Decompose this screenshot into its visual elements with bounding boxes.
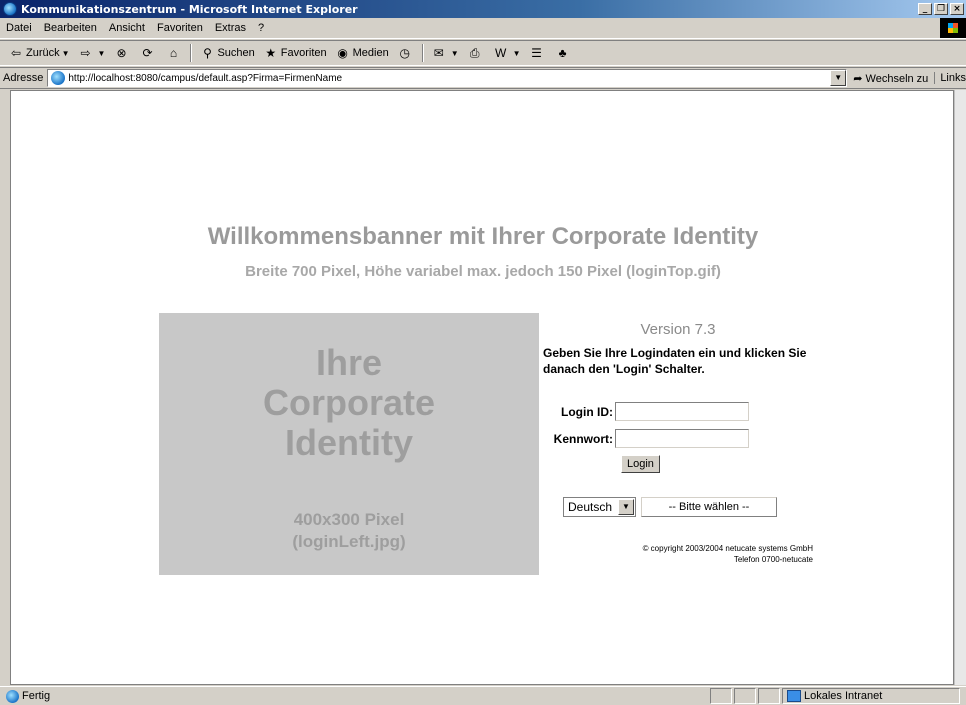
search-icon: ⚲: [203, 46, 212, 60]
maximize-button[interactable]: ❐: [934, 3, 948, 15]
status-text: Fertig: [22, 690, 51, 702]
address-bar: Adresse http://localhost:8080/campus/def…: [0, 67, 966, 89]
status-pane: [710, 688, 732, 704]
minimize-button[interactable]: _: [918, 3, 932, 15]
security-zone: Lokales Intranet: [782, 688, 960, 704]
chevron-down-icon[interactable]: ▼: [830, 70, 847, 86]
history-button[interactable]: ◷: [393, 42, 419, 64]
ie-logo-icon: [3, 2, 17, 16]
version-label: Version 7.3: [640, 321, 716, 338]
password-row: Kennwort:: [539, 429, 749, 448]
login-instructions: Geben Sie Ihre Logindaten ein und klicke…: [543, 346, 807, 376]
close-button[interactable]: ×: [950, 3, 964, 15]
print-button[interactable]: ⎙: [463, 42, 489, 64]
login-id-row: Login ID:: [539, 402, 749, 421]
corporate-identity-text: Ihre Corporate Identity: [262, 342, 436, 463]
home-button[interactable]: ⌂: [161, 42, 187, 64]
menu-ansicht[interactable]: Ansicht: [103, 22, 151, 34]
choose-button[interactable]: -- Bitte wählen --: [641, 497, 777, 517]
back-label: Zurück: [26, 47, 60, 59]
favorites-button[interactable]: ★ Favoriten: [259, 42, 331, 64]
windows-logo-icon: [940, 18, 966, 38]
search-button[interactable]: ⚲ Suchen: [195, 42, 258, 64]
messenger-icon: ♣: [558, 46, 567, 60]
home-icon: ⌂: [169, 46, 178, 60]
login-id-label: Login ID:: [561, 404, 613, 419]
print-icon: ⎙: [469, 46, 480, 60]
login-button[interactable]: Login: [621, 455, 660, 473]
corporate-identity-image: Ihre Corporate Identity 400x300 Pixel (l…: [159, 313, 539, 575]
forward-arrow-icon: ⇨: [80, 46, 91, 60]
vertical-scrollbar[interactable]: [954, 90, 966, 685]
history-icon: ◷: [399, 46, 410, 60]
go-arrow-icon: ➦: [853, 72, 863, 85]
status-pane: [758, 688, 780, 704]
media-label: Medien: [352, 47, 389, 59]
media-icon: ◉: [337, 46, 348, 60]
login-panel: Version 7.3 Geben Sie Ihre Logindaten ei…: [539, 313, 817, 575]
chevron-down-icon[interactable]: ▼: [618, 499, 634, 515]
search-label: Suchen: [217, 47, 255, 59]
mail-icon: ✉: [433, 46, 444, 60]
menu-favoriten[interactable]: Favoriten: [151, 22, 209, 34]
page-content: Willkommensbanner mit Ihrer Corporate Id…: [10, 90, 954, 685]
favorites-label: Favoriten: [280, 47, 327, 59]
media-button[interactable]: ◉ Medien: [331, 42, 393, 64]
zone-label: Lokales Intranet: [804, 690, 883, 702]
password-label: Kennwort:: [553, 431, 613, 446]
address-input[interactable]: http://localhost:8080/campus/default.asp…: [47, 69, 848, 87]
back-arrow-icon: ⇦: [10, 46, 22, 60]
chevron-down-icon: ▼: [97, 48, 106, 58]
address-label: Adresse: [3, 72, 44, 84]
toolbar: ⇦ Zurück ▼ ⇨ ▼ ⊗ ⟳ ⌂ ⚲ Suchen ★ Favorite…: [0, 40, 966, 66]
favorites-icon: ★: [265, 46, 277, 60]
chevron-down-icon: ▼: [450, 48, 459, 58]
forward-button[interactable]: ⇨ ▼: [74, 42, 110, 64]
banner-subtitle: Breite 700 Pixel, Höhe variabel max. jed…: [245, 263, 721, 280]
login-id-input[interactable]: [615, 402, 749, 421]
chevron-down-icon: ▼: [512, 48, 521, 58]
menu-help[interactable]: ?: [252, 22, 270, 34]
status-bar: Fertig Lokales Intranet: [0, 686, 966, 705]
edit-button[interactable]: W ▼: [489, 42, 525, 64]
menu-datei[interactable]: Datei: [0, 22, 38, 34]
language-value: Deutsch: [568, 500, 613, 514]
address-url: http://localhost:8080/campus/default.asp…: [68, 72, 343, 84]
refresh-button[interactable]: ⟳: [135, 42, 161, 64]
toolbar-separator: [190, 44, 193, 62]
intranet-icon: [787, 690, 801, 702]
links-button[interactable]: Links: [934, 72, 966, 84]
refresh-icon: ⟳: [142, 46, 153, 60]
status-pane: [734, 688, 756, 704]
discuss-button[interactable]: ☰: [525, 42, 551, 64]
back-button[interactable]: ⇦ Zurück ▼: [4, 42, 74, 64]
password-input[interactable]: [615, 429, 749, 448]
discuss-icon: ☰: [531, 46, 542, 60]
menu-bar: Datei Bearbeiten Ansicht Favoriten Extra…: [0, 18, 966, 39]
copyright-text: © copyright 2003/2004 netucate systems G…: [642, 544, 813, 564]
stop-icon: ⊗: [116, 46, 127, 60]
word-icon: W: [494, 46, 507, 60]
menu-extras[interactable]: Extras: [209, 22, 252, 34]
title-bar: Kommunikationszentrum - Microsoft Intern…: [0, 0, 966, 18]
messenger-button[interactable]: ♣: [551, 42, 577, 64]
toolbar-separator: [421, 44, 424, 62]
go-button[interactable]: ➦ Wechseln zu: [847, 72, 934, 85]
page-icon: [51, 71, 66, 85]
stop-button[interactable]: ⊗: [109, 42, 135, 64]
banner-title: Willkommensbanner mit Ihrer Corporate Id…: [207, 223, 759, 250]
chevron-down-icon: ▼: [61, 48, 70, 58]
menu-bearbeiten[interactable]: Bearbeiten: [38, 22, 103, 34]
mail-button[interactable]: ✉ ▼: [427, 42, 463, 64]
window-title: Kommunikationszentrum - Microsoft Intern…: [21, 2, 358, 16]
page-icon: [6, 689, 19, 703]
image-size-note: 400x300 Pixel (loginLeft.jpg): [292, 510, 406, 551]
language-select[interactable]: Deutsch ▼: [563, 497, 636, 517]
go-label: Wechseln zu: [865, 72, 929, 85]
